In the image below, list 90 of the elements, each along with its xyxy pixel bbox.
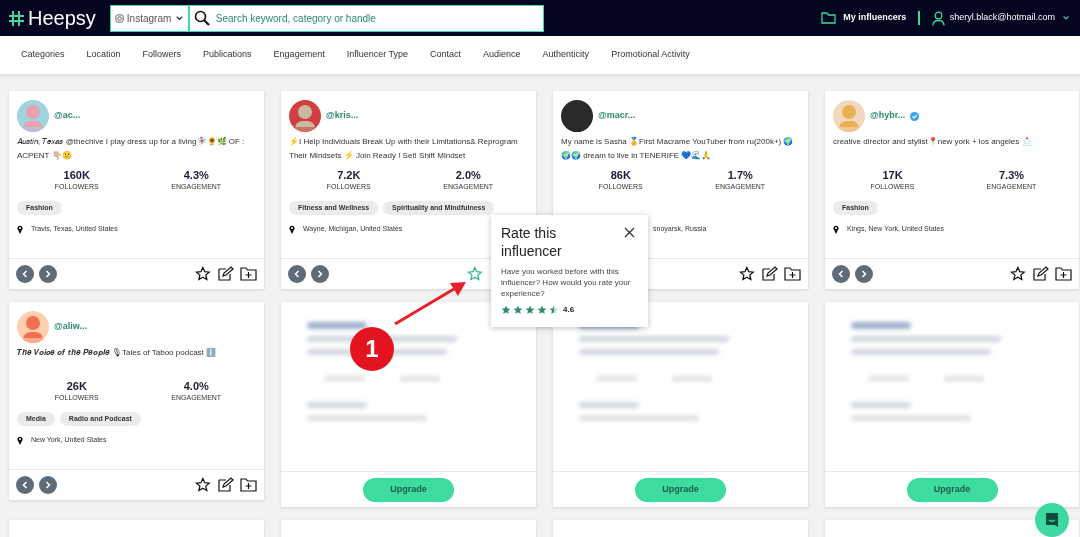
- search-bar[interactable]: Search keyword, category or handle: [188, 4, 544, 32]
- handle-link[interactable]: @macr...: [598, 109, 636, 123]
- star-icon[interactable]: [1009, 266, 1026, 281]
- handle-link[interactable]: @aliw...: [54, 320, 87, 334]
- filter-tab[interactable]: Categories: [20, 48, 66, 62]
- followers-value: 17K: [882, 169, 903, 182]
- chat-icon: [1044, 512, 1060, 528]
- edit-icon[interactable]: [217, 477, 234, 492]
- filter-tab[interactable]: Influencer Type: [345, 48, 410, 62]
- star-icon[interactable]: [513, 305, 523, 315]
- folder-add-icon[interactable]: [240, 477, 257, 492]
- followers-value: 160K: [63, 169, 90, 182]
- engagement-value: 7.3%: [998, 169, 1025, 182]
- handle-link[interactable]: @ac...: [54, 109, 81, 123]
- folder-icon[interactable]: [821, 12, 837, 24]
- next-button[interactable]: [855, 264, 873, 283]
- edit-icon[interactable]: [217, 266, 234, 281]
- user-icon[interactable]: [931, 10, 945, 26]
- filter-tab[interactable]: Authenticity: [541, 48, 591, 62]
- close-icon[interactable]: [624, 227, 635, 238]
- previous-button[interactable]: [16, 264, 34, 283]
- bio-text: 𝑻𝒉𝒆 𝑽𝒐𝒊𝒄𝒆 𝒐𝒇 𝒕𝒉𝒆 𝑷𝒆𝒐𝒑𝒍𝒆 🎙Tales of Taboo podcast ℹ: [17, 347, 218, 359]
- star-icon[interactable]: [525, 305, 535, 315]
- chevron-down-icon[interactable]: [1062, 14, 1070, 22]
- filter-tab[interactable]: Location: [85, 48, 122, 62]
- instagram-icon: [114, 13, 124, 23]
- filter-tab[interactable]: Publications: [202, 48, 253, 62]
- next-button[interactable]: [39, 475, 57, 494]
- star-rating[interactable]: [501, 305, 559, 315]
- star-icon[interactable]: [549, 305, 559, 315]
- filter-tab[interactable]: Contact: [429, 48, 463, 62]
- previous-button[interactable]: [288, 264, 306, 283]
- handle-link[interactable]: @kris...: [326, 109, 359, 123]
- rating-value: 4.6: [563, 304, 575, 316]
- previous-button[interactable]: [832, 264, 850, 283]
- folder-add-icon[interactable]: [240, 266, 257, 281]
- chevron-left-icon: [294, 269, 300, 278]
- logo-text[interactable]: Heepsy: [28, 8, 96, 28]
- popup-text: Have you worked before with this influencer? How would you rate your experience?: [501, 266, 632, 299]
- edit-icon[interactable]: [761, 266, 778, 281]
- location-pin-icon: [289, 224, 295, 234]
- upgrade-button[interactable]: Upgrade: [906, 477, 998, 502]
- handle-link[interactable]: @hybr...: [870, 109, 906, 123]
- upgrade-button[interactable]: Upgrade: [635, 477, 726, 502]
- edit-icon[interactable]: [1032, 266, 1049, 281]
- chevron-left-icon: [22, 269, 28, 278]
- star-icon[interactable]: [194, 266, 211, 281]
- next-button[interactable]: [311, 264, 329, 283]
- filter-tab[interactable]: Promotional Activity: [610, 48, 691, 62]
- filter-tab[interactable]: Engagement: [272, 48, 326, 62]
- search-icon: [193, 9, 211, 27]
- followers-value: 26K: [66, 380, 87, 393]
- chevron-right-icon: [861, 269, 867, 278]
- chevron-left-icon: [22, 480, 28, 489]
- platform-select[interactable]: Instagram: [109, 4, 189, 32]
- next-button[interactable]: [39, 264, 57, 283]
- chevron-down-icon: [174, 13, 184, 23]
- engagement-value: 1.7%: [727, 169, 753, 182]
- followers-value: 7.2K: [337, 169, 361, 182]
- location-pin-icon: [17, 224, 23, 234]
- chevron-left-icon: [838, 269, 844, 278]
- engagement-value: 4.0%: [183, 380, 209, 393]
- bio-text: ⚡I Help Individuals Break Up with their Limitations& Reprogram Their Mindsets ⚡ Join Ready ! Set! Shift Mindset: [289, 136, 519, 162]
- star-icon[interactable]: [738, 266, 755, 281]
- bio-text: 𝐴𝑢𝑠𝑡𝑖𝑛, 𝑇𝑒𝑥𝑎𝑠 @thechive I play dress up for a living🧚🏼‍♀🌻🌿 OF : ACPENT 👇🏼🙂: [17, 136, 246, 162]
- star-icon[interactable]: [501, 305, 511, 315]
- search-field[interactable]: Search keyword, category or handle: [215, 10, 539, 26]
- folder-add-icon[interactable]: [1055, 266, 1072, 281]
- logo-icon: [8, 9, 25, 27]
- star-icon[interactable]: [537, 305, 547, 315]
- my-influencers-link[interactable]: My influencers: [843, 11, 907, 25]
- filter-tab[interactable]: Audience: [482, 48, 522, 62]
- followers-value: 86K: [610, 169, 631, 182]
- bio-text: creative director and stylist📍new york + los angeles 📩: [833, 136, 1033, 148]
- popup-title: Rate this influencer: [501, 224, 563, 260]
- chevron-right-icon: [45, 480, 51, 489]
- upgrade-button[interactable]: Upgrade: [363, 477, 454, 502]
- bio-text: My name is Sasha 🏅First Macrame YouTuber from ru(200k+) 🌍🌍🌍 dream to live in TENERIFE 💙🌊🙏: [561, 136, 795, 162]
- location-pin-icon: [833, 224, 839, 234]
- engagement-value: 2.0%: [455, 169, 481, 182]
- filter-tab[interactable]: Followers: [141, 48, 183, 62]
- engagement-value: 4.3%: [183, 169, 209, 182]
- location-pin-icon: [17, 435, 23, 445]
- account-email[interactable]: sheryl.black@hotmail.com: [949, 11, 1055, 25]
- chevron-right-icon: [45, 269, 51, 278]
- previous-button[interactable]: [16, 475, 34, 494]
- chevron-right-icon: [317, 269, 323, 278]
- star-icon[interactable]: [466, 266, 483, 281]
- star-icon[interactable]: [194, 477, 211, 492]
- folder-add-icon[interactable]: [784, 266, 801, 281]
